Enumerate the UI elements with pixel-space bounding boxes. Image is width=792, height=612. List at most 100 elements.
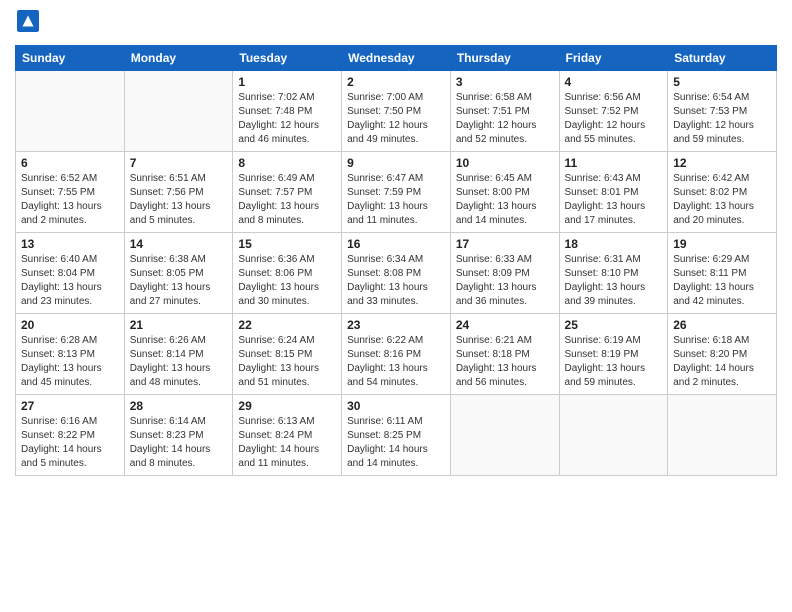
day-number: 13 <box>21 237 119 251</box>
calendar-cell: 14Sunrise: 6:38 AMSunset: 8:05 PMDayligh… <box>124 233 233 314</box>
day-number: 7 <box>130 156 228 170</box>
calendar-week-3: 13 Sunrise: 6:40 AMSunset: 8:04 PMDayligh… <box>16 233 777 314</box>
day-number: 2 <box>347 75 445 89</box>
day-info: Sunrise: 6:21 AMSunset: 8:18 PMDaylight:… <box>456 334 554 390</box>
day-number: 1 <box>238 75 336 89</box>
day-number: 30 <box>347 399 445 413</box>
calendar-cell: 24 Sunrise: 6:21 AMSunset: 8:18 PMDayligh… <box>450 314 559 395</box>
day-info: Sunrise: 6:34 AMSunset: 8:08 PMDaylight:… <box>347 253 445 309</box>
day-info: Sunrise: 6:18 AMSunset: 8:20 PMDaylight:… <box>673 334 771 390</box>
day-number: 29 <box>238 399 336 413</box>
day-header-thursday: Thursday <box>450 46 559 71</box>
calendar-week-2: 6 Sunrise: 6:52 AMSunset: 7:55 PMDaylight… <box>16 152 777 233</box>
calendar-cell: 29 Sunrise: 6:13 AMSunset: 8:24 PMDayligh… <box>233 395 342 476</box>
day-number: 26 <box>673 318 771 332</box>
day-info: Sunrise: 6:26 AMSunset: 8:14 PMDaylight:… <box>130 334 228 390</box>
day-number: 20 <box>21 318 119 332</box>
day-number: 6 <box>21 156 119 170</box>
calendar-cell: 13 Sunrise: 6:40 AMSunset: 8:04 PMDayligh… <box>16 233 125 314</box>
calendar-cell: 6 Sunrise: 6:52 AMSunset: 7:55 PMDaylight… <box>16 152 125 233</box>
day-number: 14 <box>130 237 228 251</box>
calendar-cell: 4Sunrise: 6:56 AMSunset: 7:52 PMDaylight… <box>559 71 668 152</box>
day-number: 11 <box>565 156 663 170</box>
day-info: Sunrise: 6:28 AMSunset: 8:13 PMDaylight:… <box>21 334 119 390</box>
day-info: Sunrise: 6:14 AMSunset: 8:23 PMDaylight:… <box>130 415 228 471</box>
calendar-cell: 5 Sunrise: 6:54 AMSunset: 7:53 PMDaylight… <box>668 71 777 152</box>
day-header-wednesday: Wednesday <box>342 46 451 71</box>
day-info: Sunrise: 6:47 AMSunset: 7:59 PMDaylight:… <box>347 172 445 228</box>
header <box>15 10 777 37</box>
calendar-cell: 12 Sunrise: 6:42 AMSunset: 8:02 PMDayligh… <box>668 152 777 233</box>
day-info: Sunrise: 6:11 AMSunset: 8:25 PMDaylight:… <box>347 415 445 471</box>
day-number: 9 <box>347 156 445 170</box>
calendar-week-1: 1 Sunrise: 7:02 AMSunset: 7:48 PMDaylight… <box>16 71 777 152</box>
calendar-cell: 2 Sunrise: 7:00 AMSunset: 7:50 PMDaylight… <box>342 71 451 152</box>
calendar-cell: 16 Sunrise: 6:34 AMSunset: 8:08 PMDayligh… <box>342 233 451 314</box>
day-number: 12 <box>673 156 771 170</box>
day-number: 4 <box>565 75 663 89</box>
day-info: Sunrise: 6:45 AMSunset: 8:00 PMDaylight:… <box>456 172 554 228</box>
calendar-cell: 25 Sunrise: 6:19 AMSunset: 8:19 PMDayligh… <box>559 314 668 395</box>
calendar-cell: 20 Sunrise: 6:28 AMSunset: 8:13 PMDayligh… <box>16 314 125 395</box>
calendar-cell: 1 Sunrise: 7:02 AMSunset: 7:48 PMDaylight… <box>233 71 342 152</box>
day-info: Sunrise: 7:02 AMSunset: 7:48 PMDaylight:… <box>238 91 336 147</box>
day-header-friday: Friday <box>559 46 668 71</box>
day-number: 5 <box>673 75 771 89</box>
day-info: Sunrise: 6:24 AMSunset: 8:15 PMDaylight:… <box>238 334 336 390</box>
day-number: 25 <box>565 318 663 332</box>
calendar-table: SundayMondayTuesdayWednesdayThursdayFrid… <box>15 45 777 476</box>
day-number: 22 <box>238 318 336 332</box>
day-info: Sunrise: 6:43 AMSunset: 8:01 PMDaylight:… <box>565 172 663 228</box>
calendar-cell <box>668 395 777 476</box>
day-info: Sunrise: 6:36 AMSunset: 8:06 PMDaylight:… <box>238 253 336 309</box>
day-info: Sunrise: 6:22 AMSunset: 8:16 PMDaylight:… <box>347 334 445 390</box>
calendar-week-4: 20 Sunrise: 6:28 AMSunset: 8:13 PMDayligh… <box>16 314 777 395</box>
logo <box>15 10 39 37</box>
day-number: 17 <box>456 237 554 251</box>
day-number: 8 <box>238 156 336 170</box>
day-number: 23 <box>347 318 445 332</box>
calendar-cell: 23 Sunrise: 6:22 AMSunset: 8:16 PMDayligh… <box>342 314 451 395</box>
day-info: Sunrise: 6:58 AMSunset: 7:51 PMDaylight:… <box>456 91 554 147</box>
calendar-cell: 3 Sunrise: 6:58 AMSunset: 7:51 PMDaylight… <box>450 71 559 152</box>
calendar-cell: 22 Sunrise: 6:24 AMSunset: 8:15 PMDayligh… <box>233 314 342 395</box>
calendar-cell <box>559 395 668 476</box>
day-info: Sunrise: 7:00 AMSunset: 7:50 PMDaylight:… <box>347 91 445 147</box>
calendar-cell: 26 Sunrise: 6:18 AMSunset: 8:20 PMDayligh… <box>668 314 777 395</box>
day-info: Sunrise: 6:54 AMSunset: 7:53 PMDaylight:… <box>673 91 771 147</box>
day-info: Sunrise: 6:42 AMSunset: 8:02 PMDaylight:… <box>673 172 771 228</box>
calendar-cell: 9 Sunrise: 6:47 AMSunset: 7:59 PMDaylight… <box>342 152 451 233</box>
day-number: 18 <box>565 237 663 251</box>
day-info: Sunrise: 6:33 AMSunset: 8:09 PMDaylight:… <box>456 253 554 309</box>
day-number: 15 <box>238 237 336 251</box>
calendar-cell: 30 Sunrise: 6:11 AMSunset: 8:25 PMDayligh… <box>342 395 451 476</box>
day-number: 21 <box>130 318 228 332</box>
calendar-cell <box>124 71 233 152</box>
day-info: Sunrise: 6:49 AMSunset: 7:57 PMDaylight:… <box>238 172 336 228</box>
day-info: Sunrise: 6:16 AMSunset: 8:22 PMDaylight:… <box>21 415 119 471</box>
calendar-header-row: SundayMondayTuesdayWednesdayThursdayFrid… <box>16 46 777 71</box>
day-info: Sunrise: 6:51 AMSunset: 7:56 PMDaylight:… <box>130 172 228 228</box>
calendar-cell: 28Sunrise: 6:14 AMSunset: 8:23 PMDayligh… <box>124 395 233 476</box>
calendar-cell: 27Sunrise: 6:16 AMSunset: 8:22 PMDayligh… <box>16 395 125 476</box>
day-info: Sunrise: 6:29 AMSunset: 8:11 PMDaylight:… <box>673 253 771 309</box>
day-info: Sunrise: 6:31 AMSunset: 8:10 PMDaylight:… <box>565 253 663 309</box>
day-header-sunday: Sunday <box>16 46 125 71</box>
calendar-cell: 15 Sunrise: 6:36 AMSunset: 8:06 PMDayligh… <box>233 233 342 314</box>
calendar-cell: 19 Sunrise: 6:29 AMSunset: 8:11 PMDayligh… <box>668 233 777 314</box>
day-number: 19 <box>673 237 771 251</box>
day-info: Sunrise: 6:40 AMSunset: 8:04 PMDaylight:… <box>21 253 119 309</box>
page: SundayMondayTuesdayWednesdayThursdayFrid… <box>0 0 792 612</box>
day-info: Sunrise: 6:19 AMSunset: 8:19 PMDaylight:… <box>565 334 663 390</box>
day-header-saturday: Saturday <box>668 46 777 71</box>
day-info: Sunrise: 6:13 AMSunset: 8:24 PMDaylight:… <box>238 415 336 471</box>
calendar-cell: 8 Sunrise: 6:49 AMSunset: 7:57 PMDaylight… <box>233 152 342 233</box>
day-info: Sunrise: 6:52 AMSunset: 7:55 PMDaylight:… <box>21 172 119 228</box>
day-number: 16 <box>347 237 445 251</box>
calendar-cell: 18 Sunrise: 6:31 AMSunset: 8:10 PMDayligh… <box>559 233 668 314</box>
day-number: 3 <box>456 75 554 89</box>
calendar-cell <box>450 395 559 476</box>
day-number: 24 <box>456 318 554 332</box>
logo-block <box>15 10 39 37</box>
calendar-cell: 17 Sunrise: 6:33 AMSunset: 8:09 PMDayligh… <box>450 233 559 314</box>
